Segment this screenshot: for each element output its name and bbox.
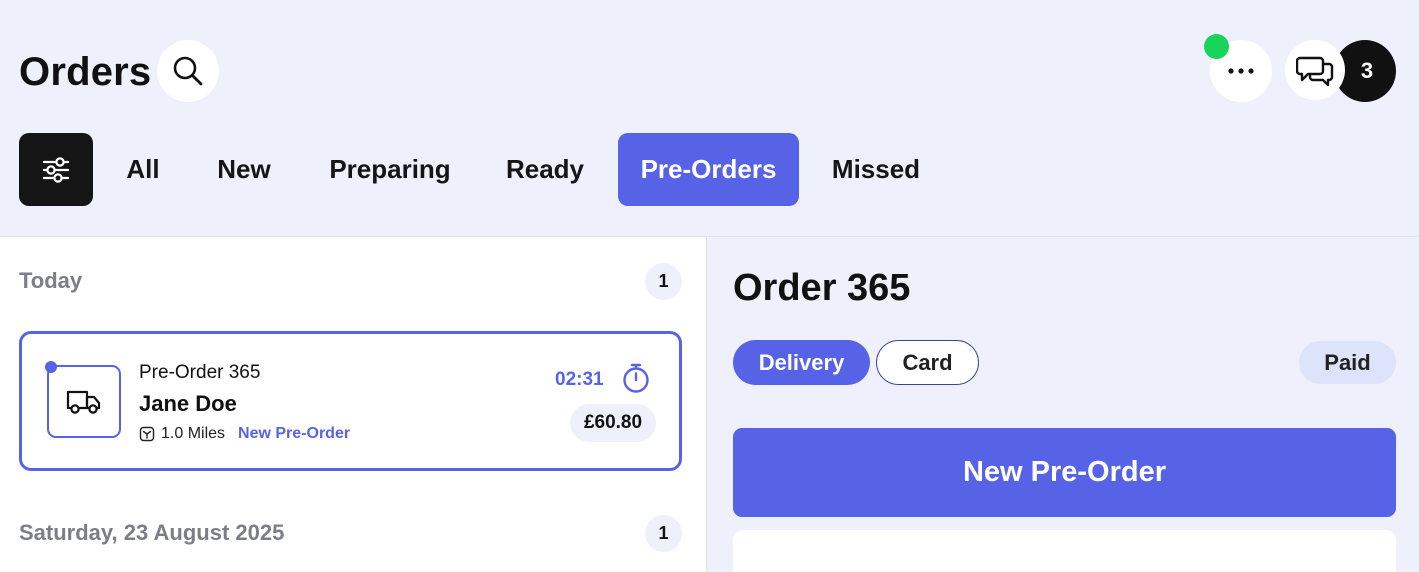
more-horizontal-icon [1228, 68, 1254, 74]
order-detail-title: Order 365 [733, 267, 911, 309]
customer-name: Jane Doe [139, 391, 237, 416]
sliders-icon [42, 156, 70, 183]
filter-button[interactable] [19, 133, 93, 206]
orders-list: Today 1 Pre-Order 365 Jane Doe 1.0 Miles… [0, 237, 707, 572]
order-number: Pre-Order 365 [139, 362, 261, 383]
online-status-dot [1204, 34, 1229, 59]
payment-method-badge: Card [876, 340, 979, 385]
tab-preparing[interactable]: Preparing [314, 133, 466, 206]
tab-new[interactable]: New [200, 133, 288, 206]
top-bar: Orders 3 All New Preparing Ready Pre-Ord… [0, 0, 1419, 237]
page-title: Orders [19, 50, 152, 94]
order-card[interactable]: Pre-Order 365 Jane Doe 1.0 Miles New Pre… [19, 331, 682, 471]
tab-ready[interactable]: Ready [492, 133, 598, 206]
stopwatch-icon [623, 363, 649, 393]
search-button[interactable] [157, 40, 219, 102]
group-label-today: Today [19, 268, 83, 293]
fulfilment-badge: Delivery [733, 340, 870, 385]
countdown-time: 02:31 [555, 369, 604, 390]
group-count-badge: 1 [645, 263, 682, 300]
payment-status-badge: Paid [1299, 341, 1396, 384]
delivery-van-icon [66, 390, 101, 414]
tab-pre-orders[interactable]: Pre-Orders [618, 133, 799, 206]
group-count-badge: 1 [645, 515, 682, 552]
search-icon [173, 56, 203, 86]
order-items-card [733, 530, 1396, 572]
distance-text: 1.0 Miles [161, 425, 226, 442]
order-price: £60.80 [570, 404, 656, 442]
order-status-tag: New Pre-Order [238, 425, 351, 442]
tab-all[interactable]: All [112, 133, 174, 206]
order-meta: 1.0 Miles New Pre-Order [139, 425, 350, 443]
group-label-date: Saturday, 23 August 2025 [19, 520, 285, 545]
tab-missed[interactable]: Missed [818, 133, 934, 206]
messages-button[interactable] [1285, 40, 1345, 100]
new-indicator-dot [45, 361, 57, 373]
order-status-button[interactable]: New Pre-Order [733, 428, 1396, 517]
chat-bubbles-icon [1296, 56, 1334, 87]
distance-icon [139, 426, 155, 442]
order-detail-panel: Order 365 Delivery Card Paid New Pre-Ord… [708, 237, 1419, 572]
order-type-icon-box [47, 365, 121, 438]
